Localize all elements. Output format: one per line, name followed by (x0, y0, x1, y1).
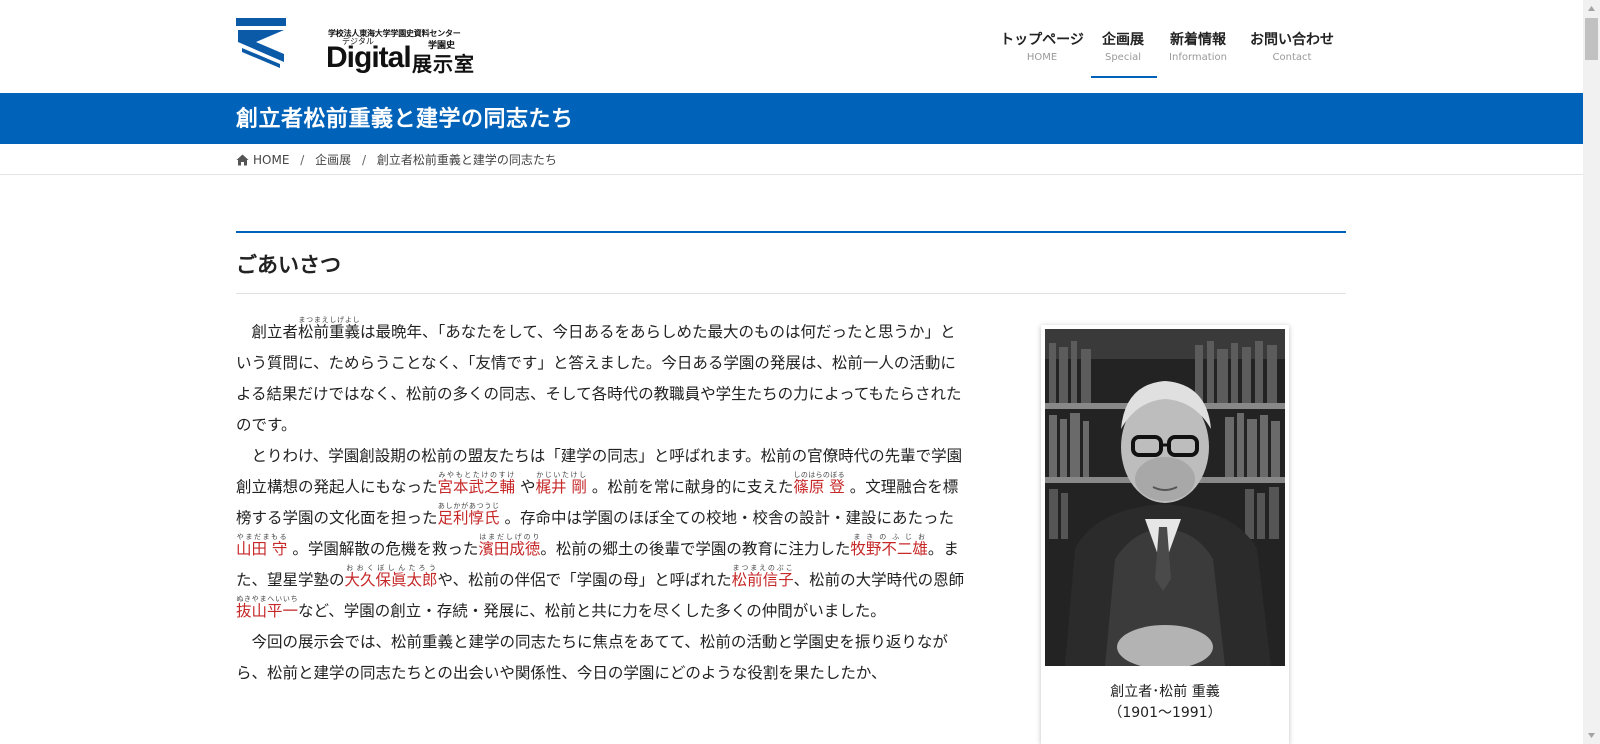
name-text: 足利惇氏 (437, 509, 500, 527)
nav-label: お問い合わせ (1250, 32, 1334, 48)
portrait-illustration (1045, 329, 1285, 666)
breadcrumb-separator: / (300, 153, 305, 167)
nav-item-information[interactable]: 新着情報 Information (1160, 30, 1236, 66)
name-text: 宮本武之輔 (437, 478, 516, 496)
nav-label: トップページ (1000, 32, 1084, 48)
name-reading: まつまえのぶこ (731, 564, 794, 572)
breadcrumb-current: 創立者松前重義と建学の同志たち (376, 153, 557, 167)
page-title: 創立者松前重義と建学の同志たち (236, 107, 574, 132)
nav-item-contact[interactable]: お問い合わせ Contact (1242, 30, 1342, 66)
text-run: 。松前の郷土の後輩で学園の教育に注力した (540, 540, 851, 558)
name-text: 松前信子 (731, 571, 794, 589)
person-link-ashikaga[interactable]: 足利惇氏あしかがあつうじ (437, 503, 500, 528)
page-title-band: 創立者松前重義と建学の同志たち (0, 93, 1583, 144)
founder-name: 松前重義まつまえしげよし (298, 317, 361, 342)
logo-digital: Digital (326, 41, 412, 74)
text-run: 、松前の大学時代の恩師 (793, 571, 965, 589)
name-text: 濱田成徳 (478, 540, 541, 558)
person-link-makino[interactable]: 牧野不二雄まきのふじお (850, 534, 928, 559)
name-reading: かじいたけし (535, 471, 587, 479)
nav-label: 新着情報 (1170, 32, 1226, 48)
name-reading: まきのふじお (850, 533, 928, 541)
site-logo[interactable]: 学校法人東海大学学園史資料センター デジタル Digital 学園史 展示室 (236, 18, 476, 76)
scroll-down-arrow-icon[interactable] (1583, 727, 1600, 744)
name-text: 梶井 剛 (535, 478, 587, 496)
text-run: 。存命中は学園のほぼ全ての校地・校舎の設計・建設にあたった (499, 509, 954, 527)
person-link-hamada[interactable]: 濱田成徳はまだしげのり (478, 534, 541, 559)
article-paragraph-2: とりわけ、学園創設期の松前の盟友たちは「建学の同志」と呼ばれます。松前の官僚時代… (236, 441, 966, 627)
person-link-yamada[interactable]: 山田 守やまだまもる (236, 534, 288, 559)
scrollbar-thumb[interactable] (1585, 18, 1598, 60)
person-link-miyamoto[interactable]: 宮本武之輔みやもとたけのすけ (437, 472, 516, 497)
person-link-okubo[interactable]: 大久保眞太郎おおくぼしんたろう (344, 565, 438, 590)
home-icon (236, 154, 249, 166)
person-link-nukiyama[interactable]: 抜山平一ぬきやまへいいち (236, 596, 299, 621)
logo-tenjishitsu: 展示室 (412, 52, 475, 76)
founder-portrait-image[interactable] (1045, 329, 1285, 666)
nav-sublabel: Information (1169, 52, 1227, 63)
article-paragraph-3: 今回の展示会では、松前重義と建学の同志たちに焦点をあてて、松前の活動と学園史を振… (236, 633, 948, 682)
caption-name: 創立者･松前 重義 (1110, 684, 1220, 700)
text-run: 創立者 (251, 323, 299, 341)
page-scrollbar[interactable] (1583, 0, 1600, 744)
breadcrumb: HOME / 企画展 / 創立者松前重義と建学の同志たち (236, 151, 557, 168)
scroll-up-arrow-icon[interactable] (1583, 0, 1600, 17)
section-heading: ごあいさつ (236, 253, 341, 277)
nav-sublabel: HOME (1026, 52, 1058, 63)
text-run: 。学園解散の危機を救った (287, 540, 479, 558)
person-link-shinohara[interactable]: 篠原 登しのはらのぼる (793, 472, 845, 497)
name-reading: しのはらのぼる (793, 471, 845, 479)
name-reading: ぬきやまへいいち (236, 595, 298, 603)
section-divider (236, 293, 1346, 294)
greeting-article: 創立者松前重義まつまえしげよしは最晩年、「あなたをして、今日あるをあらしめた最大… (236, 316, 966, 689)
founder-photo-card: 創立者･松前 重義 （1901～1991） (1041, 325, 1289, 744)
name-reading: まつまえしげよし (298, 316, 361, 324)
name-reading: みやもとたけのすけ (437, 471, 516, 479)
name-reading: やまだまもる (236, 533, 288, 541)
name-text: 篠原 登 (793, 478, 845, 496)
section-top-rule (236, 231, 1346, 233)
name-reading: あしかがあつうじ (437, 502, 500, 510)
text-run: 。松前を常に献身的に支えた (586, 478, 794, 496)
nav-sublabel: Contact (1272, 52, 1312, 63)
name-text: 山田 守 (236, 540, 288, 558)
name-text: 松前重義 (298, 323, 361, 341)
nav-label: 企画展 (1102, 32, 1144, 48)
person-link-matsumae-nobuko[interactable]: 松前信子まつまえのぶこ (731, 565, 794, 590)
breadcrumb-home-label: HOME (253, 153, 290, 167)
name-text: 大久保眞太郎 (344, 571, 438, 589)
name-text: 牧野不二雄 (850, 540, 928, 558)
breadcrumb-special-link[interactable]: 企画展 (315, 153, 351, 167)
nav-active-indicator (1091, 76, 1157, 78)
site-header: 学校法人東海大学学園史資料センター デジタル Digital 学園史 展示室 ト… (0, 0, 1583, 93)
photo-caption: 創立者･松前 重義 （1901～1991） (1041, 682, 1289, 724)
text-run: など、学園の創立・存続・発展に、松前と共に力を尽くした多くの仲間がいました。 (298, 602, 886, 620)
text-run: や、松前の伴侶で「学園の母」と呼ばれた (437, 571, 732, 589)
breadcrumb-home-link[interactable]: HOME (236, 153, 293, 167)
caption-years: （1901～1991） (1108, 705, 1222, 721)
logo-mark-icon (236, 18, 286, 68)
nav-sublabel: Special (1104, 52, 1142, 63)
person-link-kajii[interactable]: 梶井 剛かじいたけし (535, 472, 587, 497)
nav-item-top[interactable]: トップページ HOME (994, 30, 1090, 66)
name-reading: おおくぼしんたろう (344, 564, 438, 572)
nav-item-special[interactable]: 企画展 Special (1090, 30, 1156, 66)
text-run: や (515, 478, 536, 496)
article-paragraph-1: 創立者松前重義まつまえしげよしは最晩年、「あなたをして、今日あるをあらしめた最大… (236, 316, 966, 441)
breadcrumb-separator: / (361, 153, 366, 167)
name-reading: はまだしげのり (478, 533, 541, 541)
name-text: 抜山平一 (236, 602, 299, 620)
breadcrumb-bar: HOME / 企画展 / 創立者松前重義と建学の同志たち (0, 144, 1583, 175)
